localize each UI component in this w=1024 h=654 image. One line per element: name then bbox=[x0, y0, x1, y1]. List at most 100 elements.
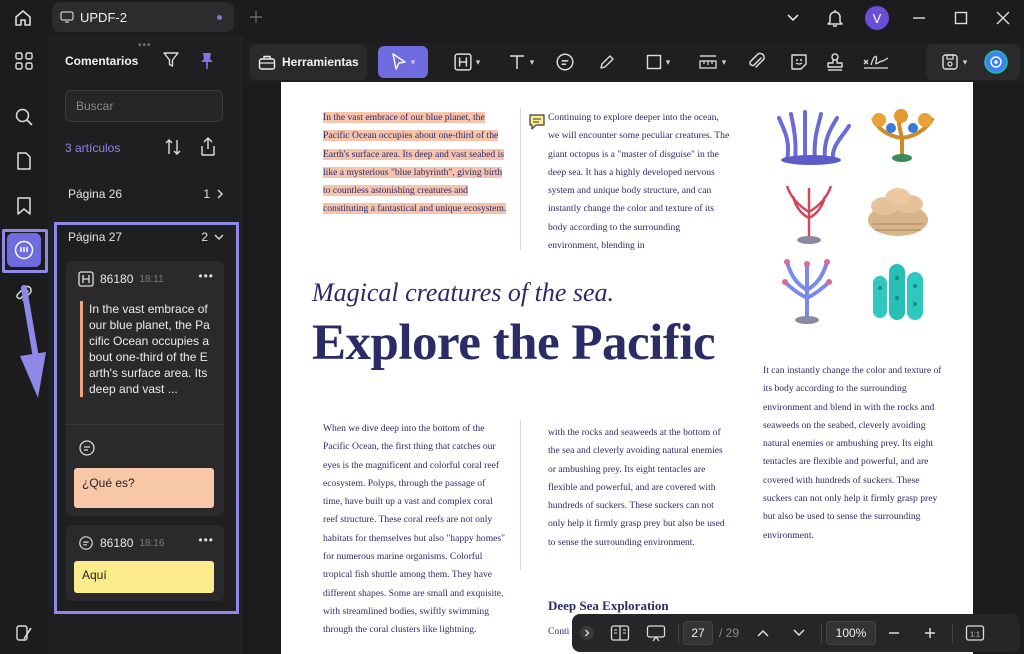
tools-label: Herramientas bbox=[282, 55, 359, 69]
square-icon bbox=[646, 54, 661, 70]
tabs-dropdown-button[interactable] bbox=[772, 0, 814, 36]
filter-button[interactable] bbox=[162, 51, 180, 74]
signature-tool-button[interactable] bbox=[858, 46, 894, 78]
zoom-out-button[interactable] bbox=[876, 618, 912, 648]
comment-author: 86180 bbox=[100, 272, 134, 286]
panel-grip[interactable]: ••• bbox=[138, 40, 152, 51]
comment-more-button[interactable]: ••• bbox=[198, 533, 214, 547]
export-button[interactable] bbox=[198, 136, 218, 163]
document-tab[interactable]: UPDF-2 bbox=[52, 2, 234, 32]
account-button[interactable]: V bbox=[856, 0, 898, 36]
slideshow-icon bbox=[646, 625, 666, 642]
coral-image-6 bbox=[873, 264, 923, 320]
bell-icon bbox=[827, 10, 843, 27]
chevron-up-icon bbox=[757, 629, 769, 637]
avatar: V bbox=[865, 6, 889, 30]
comment-more-button[interactable]: ••• bbox=[198, 269, 214, 283]
pin-panel-button[interactable] bbox=[198, 51, 216, 76]
search-button[interactable] bbox=[7, 100, 41, 134]
expand-nav-button[interactable] bbox=[572, 618, 602, 648]
signature-icon bbox=[863, 55, 889, 69]
previous-page-button[interactable] bbox=[745, 618, 781, 648]
page-subtitle: Magical creatures of the sea. bbox=[312, 278, 615, 307]
highlight-annotation[interactable]: In the vast embrace of our blue planet, … bbox=[323, 112, 507, 215]
page-group-27[interactable]: Página 27 2 bbox=[68, 230, 224, 244]
updf-window: UPDF-2 V ••• Comentarios Buscar 3 artícu… bbox=[0, 0, 1024, 654]
text-box-icon bbox=[78, 271, 94, 287]
zoom-in-button[interactable] bbox=[912, 618, 948, 648]
measure-tool-button[interactable]: ▾ bbox=[688, 46, 736, 78]
home-button[interactable] bbox=[8, 4, 38, 32]
card-divider bbox=[66, 424, 224, 425]
presentation-button[interactable] bbox=[638, 618, 674, 648]
stamp-tool-button[interactable] bbox=[820, 46, 850, 78]
comment-tool-button[interactable] bbox=[550, 46, 580, 78]
sort-button[interactable] bbox=[164, 137, 182, 162]
pages-button[interactable] bbox=[7, 144, 41, 178]
home-icon bbox=[15, 10, 31, 26]
actual-size-button[interactable]: 1:1 bbox=[957, 618, 993, 648]
comments-panel: ••• Comentarios 3 artículos Página 26 1 … bbox=[48, 36, 242, 654]
maximize-icon bbox=[954, 11, 968, 25]
chevron-down-icon: ▾ bbox=[410, 56, 416, 67]
divider bbox=[821, 623, 823, 643]
comment-marker[interactable] bbox=[527, 112, 547, 137]
save-icon bbox=[942, 54, 958, 70]
ai-assistant-button[interactable] bbox=[980, 46, 1012, 78]
comments-button-highlight bbox=[2, 229, 48, 273]
stamp-icon bbox=[827, 53, 843, 71]
save-button[interactable]: ▾ bbox=[932, 46, 976, 78]
bookmark-icon bbox=[17, 197, 31, 215]
panel-title: Comentarios bbox=[65, 54, 139, 68]
page-title: Explore the Pacific bbox=[312, 315, 716, 371]
comment-card[interactable]: 86180 18:11 ••• In the vast embrace of o… bbox=[66, 261, 224, 516]
paragraph: When we dive deep into the bottom of the… bbox=[323, 423, 506, 636]
sort-icon bbox=[165, 139, 181, 155]
sticker-tool-button[interactable] bbox=[784, 46, 814, 78]
text-tool-button[interactable]: ▾ bbox=[498, 46, 544, 78]
minimize-button[interactable] bbox=[898, 0, 940, 36]
pdf-page[interactable]: In the vast embrace of our blue planet, … bbox=[281, 82, 973, 654]
select-tool-button[interactable]: ▾ bbox=[378, 46, 428, 78]
tools-button[interactable]: Herramientas bbox=[250, 44, 367, 80]
thumbnails-button[interactable] bbox=[7, 44, 41, 78]
shape-tool-button[interactable]: ▾ bbox=[636, 46, 680, 78]
divider bbox=[952, 623, 954, 643]
sticky-note[interactable]: Aquí bbox=[74, 561, 214, 593]
document-viewport[interactable]: In the vast embrace of our blue planet, … bbox=[244, 82, 1024, 654]
comment-time: 18:11 bbox=[139, 273, 164, 285]
comment-card[interactable]: 86180 18:16 ••• Aquí bbox=[66, 525, 224, 601]
current-page-input[interactable] bbox=[683, 621, 713, 645]
next-page-button[interactable] bbox=[781, 618, 817, 648]
comment-time: 18:16 bbox=[139, 537, 165, 549]
sticky-note[interactable]: ¿Qué es? bbox=[74, 468, 214, 508]
new-tab-button[interactable] bbox=[246, 6, 266, 28]
close-window-button[interactable] bbox=[982, 0, 1024, 36]
textbox-tool-button[interactable]: ▾ bbox=[444, 46, 490, 78]
comment-count: 3 artículos bbox=[65, 141, 121, 155]
page-layout-button[interactable] bbox=[602, 618, 638, 648]
page-group-26[interactable]: Página 26 1 bbox=[68, 187, 224, 201]
attach-file-button[interactable] bbox=[742, 46, 772, 78]
theme-button[interactable] bbox=[7, 616, 41, 650]
maximize-button[interactable] bbox=[940, 0, 982, 36]
search-icon bbox=[15, 108, 33, 126]
zoom-level[interactable]: 100% bbox=[826, 621, 877, 645]
paragraph-highlighted[interactable]: In the vast embrace of our blue planet, … bbox=[323, 109, 507, 219]
reply-icon-wrap bbox=[78, 439, 96, 462]
bookmarks-button[interactable] bbox=[7, 189, 41, 223]
chevron-down-icon: ▾ bbox=[962, 56, 968, 67]
section-heading: Deep Sea Exploration bbox=[548, 598, 669, 613]
notifications-button[interactable] bbox=[814, 0, 856, 36]
divider bbox=[678, 623, 679, 643]
chevron-right-icon bbox=[217, 189, 223, 199]
annotation-arrow bbox=[20, 285, 46, 398]
paragraph: with the rocks and seaweeds at the botto… bbox=[548, 427, 725, 548]
left-rail bbox=[0, 36, 48, 654]
pen-tool-button[interactable] bbox=[592, 46, 622, 78]
paperclip-icon bbox=[749, 52, 765, 68]
book-icon bbox=[610, 625, 630, 641]
search-comments-input[interactable] bbox=[65, 90, 223, 122]
note-icon bbox=[556, 53, 574, 71]
document-tab-icon bbox=[60, 11, 74, 23]
